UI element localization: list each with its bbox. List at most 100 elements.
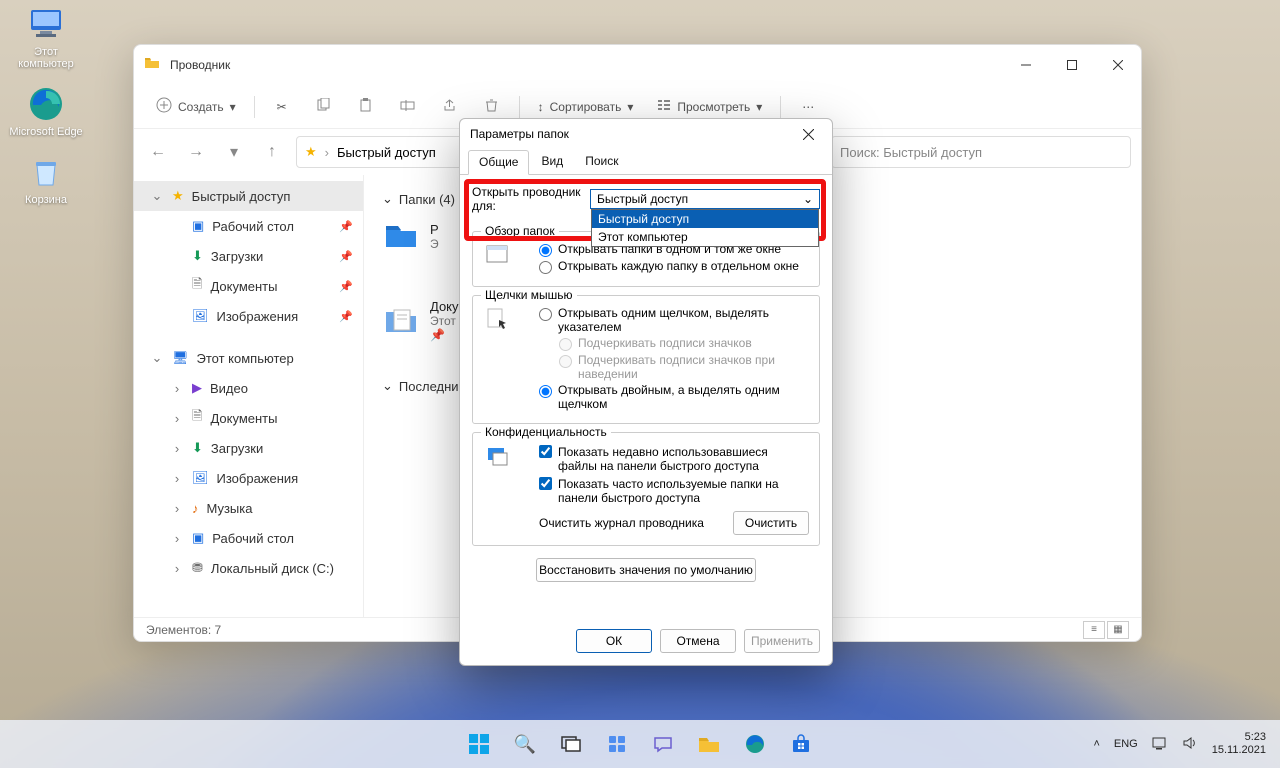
taskbar-center: 🔍 xyxy=(459,724,821,764)
chevron-down-icon: ⌄ xyxy=(150,350,164,366)
language-indicator[interactable]: ENG xyxy=(1114,738,1138,750)
chevron-down-icon[interactable]: ▾ xyxy=(220,138,248,166)
dialog-tabs: Общие Вид Поиск xyxy=(460,149,832,175)
dropdown-option-this-pc[interactable]: Этот компьютер xyxy=(592,228,818,246)
privacy-icon xyxy=(483,441,513,471)
back-button[interactable]: ← xyxy=(144,138,172,166)
pin-icon: 📌 xyxy=(339,250,353,263)
tab-search[interactable]: Поиск xyxy=(575,150,628,175)
breadcrumb[interactable]: ★ › Быстрый доступ xyxy=(296,136,466,168)
chevron-right-icon: › xyxy=(170,501,184,516)
network-icon[interactable] xyxy=(1152,736,1168,753)
chevron-down-icon: ⌄ xyxy=(382,378,393,394)
paste-button[interactable] xyxy=(347,91,385,123)
rename-button[interactable] xyxy=(389,91,427,123)
forward-button[interactable]: → xyxy=(182,138,210,166)
desktop-icon-this-pc[interactable]: Этот компьютер xyxy=(6,4,86,70)
sidebar-item-documents[interactable]: 🗎Документы📌 xyxy=(134,271,363,301)
icons-view-button[interactable]: ▦ xyxy=(1107,621,1129,639)
close-button[interactable] xyxy=(1095,45,1141,85)
tab-view[interactable]: Вид xyxy=(531,150,573,175)
radio-double-click[interactable]: Открывать двойным, а выделять одним щелч… xyxy=(539,383,809,411)
copy-button[interactable] xyxy=(305,91,343,123)
maximize-button[interactable] xyxy=(1049,45,1095,85)
sidebar-item-downloads[interactable]: ⬇Загрузки📌 xyxy=(134,241,363,271)
dialog-title: Параметры папок xyxy=(470,127,569,141)
start-button[interactable] xyxy=(459,724,499,764)
dialog-titlebar[interactable]: Параметры папок xyxy=(460,119,832,149)
open-explorer-for-row: Открыть проводник для: Быстрый доступ ⌄ … xyxy=(472,185,820,213)
checkbox-recent-files[interactable]: Показать недавно использовавшиеся файлы … xyxy=(539,445,809,473)
picture-icon: 🖼 xyxy=(192,308,209,324)
folder-icon xyxy=(144,55,160,76)
restore-defaults-button[interactable]: Восстановить значения по умолчанию xyxy=(536,558,756,582)
pin-icon: 📌 xyxy=(339,310,353,323)
tab-general[interactable]: Общие xyxy=(468,150,529,175)
sidebar-item-downloads-pc[interactable]: ›⬇Загрузки xyxy=(134,433,363,463)
task-view-button[interactable] xyxy=(551,724,591,764)
download-icon: ⬇ xyxy=(192,248,203,264)
sidebar-item-this-pc[interactable]: ⌄ 🖥 Этот компьютер xyxy=(134,343,363,373)
chevron-up-icon[interactable]: ˄ xyxy=(1093,738,1099,750)
window-controls xyxy=(1003,45,1141,85)
clipboard-icon xyxy=(358,98,373,116)
radio-single-click[interactable]: Открывать одним щелчком, выделять указат… xyxy=(539,306,809,334)
details-view-button[interactable]: ≡ xyxy=(1083,621,1105,639)
open-for-combo[interactable]: Быстрый доступ ⌄ Быстрый доступ Этот ком… xyxy=(590,189,820,209)
explorer-taskbar-button[interactable] xyxy=(689,724,729,764)
search-button[interactable]: 🔍 xyxy=(505,724,545,764)
edge-taskbar-button[interactable] xyxy=(735,724,775,764)
folder-window-icon xyxy=(483,240,513,270)
sidebar-item-local-disk[interactable]: ›⛃Локальный диск (C:) xyxy=(134,553,363,583)
ellipsis-icon: ⋯ xyxy=(802,100,814,114)
desktop-icon-edge[interactable]: Microsoft Edge xyxy=(6,84,86,138)
clear-button[interactable]: Очистить xyxy=(733,511,809,535)
desktop-icon-recycle-bin[interactable]: Корзина xyxy=(6,152,86,206)
window-title: Проводник xyxy=(170,58,230,72)
sidebar-item-documents-pc[interactable]: ›🗎Документы xyxy=(134,403,363,433)
checkbox-frequent-folders[interactable]: Показать часто используемые папки на пан… xyxy=(539,477,809,505)
open-for-dropdown: Быстрый доступ Этот компьютер xyxy=(591,209,819,247)
search-input[interactable]: Поиск: Быстрый доступ xyxy=(831,136,1131,168)
radio-separate-window[interactable]: Открывать каждую папку в отдельном окне xyxy=(539,259,809,274)
up-button[interactable]: ↑ xyxy=(258,138,286,166)
close-button[interactable] xyxy=(794,120,822,148)
sidebar-item-desktop-pc[interactable]: ›▣Рабочий стол xyxy=(134,523,363,553)
desktop-icon: ▣ xyxy=(192,218,204,234)
star-icon: ★ xyxy=(172,188,184,204)
browse-legend: Обзор папок xyxy=(481,224,559,238)
volume-icon[interactable] xyxy=(1182,736,1198,753)
disk-icon: ⛃ xyxy=(192,560,203,576)
sidebar-item-quick-access[interactable]: ⌄ ★ Быстрый доступ xyxy=(134,181,363,211)
sidebar-item-pictures-pc[interactable]: ›🖼Изображения xyxy=(134,463,363,493)
cut-button[interactable]: ✂ xyxy=(263,91,301,123)
share-icon xyxy=(442,98,457,116)
cancel-button[interactable]: Отмена xyxy=(660,629,736,653)
widgets-button[interactable] xyxy=(597,724,637,764)
chevron-down-icon: ⌄ xyxy=(803,192,813,206)
sidebar-item-music[interactable]: ›♪Музыка xyxy=(134,493,363,523)
folder-card[interactable]: РЭ xyxy=(382,217,442,255)
desktop-icon: ▣ xyxy=(192,530,204,546)
new-button[interactable]: Создать ▾ xyxy=(146,91,246,123)
dropdown-option-quick-access[interactable]: Быстрый доступ xyxy=(592,210,818,228)
clock[interactable]: 5:23 15.11.2021 xyxy=(1212,731,1266,757)
apply-button[interactable]: Применить xyxy=(744,629,820,653)
view-icon xyxy=(657,98,671,115)
desktop-icon-label: Этот компьютер xyxy=(6,46,86,70)
video-icon: ▶ xyxy=(192,380,202,396)
folder-options-dialog: Параметры папок Общие Вид Поиск Открыть … xyxy=(459,118,833,666)
chat-button[interactable] xyxy=(643,724,683,764)
minimize-button[interactable] xyxy=(1003,45,1049,85)
sidebar-item-desktop[interactable]: ▣Рабочий стол📌 xyxy=(134,211,363,241)
titlebar[interactable]: Проводник xyxy=(134,45,1141,85)
store-taskbar-button[interactable] xyxy=(781,724,821,764)
cursor-icon xyxy=(483,304,513,334)
sidebar-item-pictures[interactable]: 🖼Изображения📌 xyxy=(134,301,363,331)
sidebar-item-videos[interactable]: ›▶Видео xyxy=(134,373,363,403)
clicks-fieldset: Щелчки мышью Открывать одним щелчком, вы… xyxy=(472,295,820,424)
desktop-icon-label: Microsoft Edge xyxy=(9,126,82,138)
ok-button[interactable]: ОК xyxy=(576,629,652,653)
recycle-bin-icon xyxy=(26,152,66,192)
document-icon: 🗎 xyxy=(192,275,202,297)
